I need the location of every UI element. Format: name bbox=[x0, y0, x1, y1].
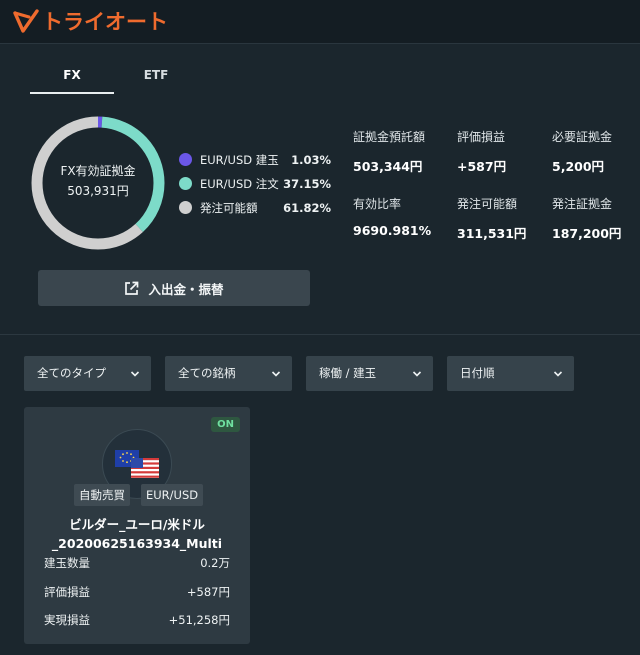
legend-item-order: EUR/USD 注文 37.15% bbox=[179, 175, 339, 199]
external-link-icon bbox=[124, 281, 139, 296]
filter-label: 全ての銘柄 bbox=[178, 366, 236, 380]
transfer-button-label: 入出金・振替 bbox=[148, 281, 224, 297]
stat-value: 5,200円 bbox=[552, 159, 605, 174]
stat-label: 発注証拠金 bbox=[552, 197, 613, 211]
stat-value: 503,344円 bbox=[353, 159, 423, 174]
strategy-title: ビルダー_ユーロ/米ドル _20200625163934_Multi bbox=[24, 515, 250, 553]
strategy-card[interactable]: ON 自動売買 EUR/USD ビルダー_ユーロ/米ドル _2020062516… bbox=[24, 407, 250, 644]
stat-label: 発注可能額 bbox=[457, 197, 518, 211]
row-value: 0.2万 bbox=[200, 556, 230, 570]
card-row-realized-pl: 実現損益 +51,258円 bbox=[44, 612, 230, 628]
legend-dot-order bbox=[179, 177, 192, 190]
chevron-down-icon bbox=[553, 356, 563, 405]
filter-label: 稼働 / 建玉 bbox=[319, 366, 377, 380]
legend-item-available: 発注可能額 61.82% bbox=[179, 199, 339, 223]
donut-legend: EUR/USD 建玉 1.03% EUR/USD 注文 37.15% 発注可能額… bbox=[179, 151, 339, 223]
filter-status-select[interactable]: 稼働 / 建玉 bbox=[306, 356, 433, 391]
row-value: +587円 bbox=[186, 585, 230, 599]
filter-type-select[interactable]: 全てのタイプ bbox=[24, 356, 151, 391]
legend-dot-position bbox=[179, 153, 192, 166]
chevron-down-icon bbox=[130, 356, 140, 405]
donut-value: 503,931円 bbox=[67, 184, 129, 198]
legend-label: 発注可能額 bbox=[200, 201, 258, 215]
row-label: 評価損益 bbox=[44, 585, 90, 599]
row-label: 建玉数量 bbox=[44, 556, 90, 570]
tag-auto-trade: 自動売買 bbox=[74, 484, 130, 506]
stat-order-margin: 発注証拠金 187,200円 bbox=[552, 195, 640, 242]
stat-value: 9690.981% bbox=[353, 223, 432, 238]
card-row-unrealized-pl: 評価損益 +587円 bbox=[44, 584, 230, 600]
donut-title: FX有効証拠金 bbox=[60, 164, 136, 178]
stat-effective-ratio: 有効比率 9690.981% bbox=[353, 195, 453, 238]
legend-label: EUR/USD 建玉 bbox=[200, 153, 279, 167]
row-value: +51,258円 bbox=[168, 613, 230, 627]
filter-sort-select[interactable]: 日付順 bbox=[447, 356, 574, 391]
legend-label: EUR/USD 注文 bbox=[200, 177, 279, 191]
filter-label: 全てのタイプ bbox=[37, 366, 106, 380]
row-label: 実現損益 bbox=[44, 613, 90, 627]
stat-orderable-amount: 発注可能額 311,531円 bbox=[457, 195, 557, 242]
tab-fx[interactable]: FX bbox=[30, 62, 114, 94]
tab-etf[interactable]: ETF bbox=[114, 62, 198, 94]
chevron-down-icon bbox=[412, 356, 422, 405]
legend-pct: 1.03% bbox=[291, 153, 331, 167]
stat-label: 評価損益 bbox=[457, 130, 506, 144]
stat-required-margin: 必要証拠金 5,200円 bbox=[552, 128, 640, 175]
donut-center: FX有効証拠金 503,931円 bbox=[30, 161, 166, 201]
stat-label: 証拠金預託額 bbox=[353, 130, 426, 144]
legend-pct: 37.15% bbox=[283, 177, 331, 191]
tag-currency-pair: EUR/USD bbox=[141, 484, 204, 506]
legend-dot-available bbox=[179, 201, 192, 214]
strategy-title-line1: ビルダー_ユーロ/米ドル bbox=[69, 517, 205, 532]
stat-label: 必要証拠金 bbox=[552, 130, 613, 144]
app-logo[interactable]: トライオート bbox=[12, 6, 168, 36]
logo-text: トライオート bbox=[42, 10, 168, 34]
card-row-position-qty: 建玉数量 0.2万 bbox=[44, 555, 230, 571]
stat-unrealized-pl: 評価損益 +587円 bbox=[457, 128, 557, 175]
section-divider bbox=[0, 334, 640, 335]
margin-donut-chart: FX有効証拠金 503,931円 bbox=[30, 115, 166, 251]
stat-deposit: 証拠金預託額 503,344円 bbox=[353, 128, 453, 175]
status-badge: ON bbox=[211, 417, 240, 432]
stat-value: 311,531円 bbox=[457, 226, 527, 241]
filter-symbol-select[interactable]: 全ての銘柄 bbox=[165, 356, 292, 391]
stat-value: 187,200円 bbox=[552, 226, 622, 241]
chevron-down-icon bbox=[271, 356, 281, 405]
filter-label: 日付順 bbox=[460, 366, 495, 380]
legend-pct: 61.82% bbox=[283, 201, 331, 215]
legend-item-position: EUR/USD 建玉 1.03% bbox=[179, 151, 339, 175]
stat-value: +587円 bbox=[457, 159, 507, 174]
stat-label: 有効比率 bbox=[353, 197, 402, 211]
strategy-title-line2: _20200625163934_Multi bbox=[51, 536, 223, 551]
app-header: トライオート bbox=[0, 0, 640, 44]
logo-mark-icon bbox=[13, 9, 39, 33]
deposit-withdraw-transfer-button[interactable]: 入出金・振替 bbox=[38, 270, 310, 306]
